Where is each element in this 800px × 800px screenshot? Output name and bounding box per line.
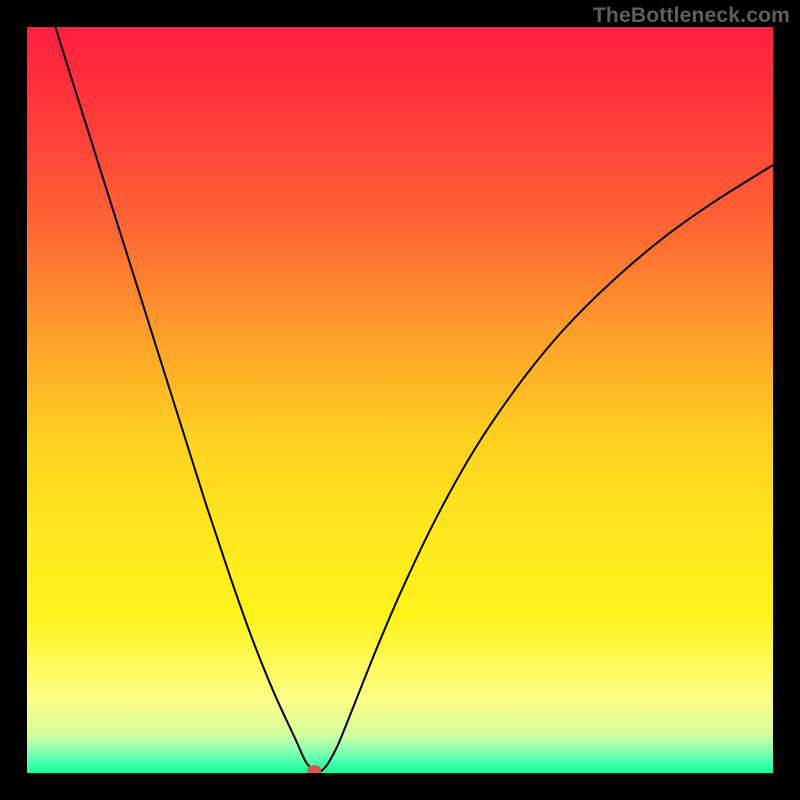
gradient-background	[27, 27, 773, 773]
chart-frame: TheBottleneck.com	[0, 0, 800, 800]
chart-svg	[27, 27, 773, 773]
plot-area	[27, 27, 773, 773]
watermark-text: TheBottleneck.com	[593, 4, 790, 28]
